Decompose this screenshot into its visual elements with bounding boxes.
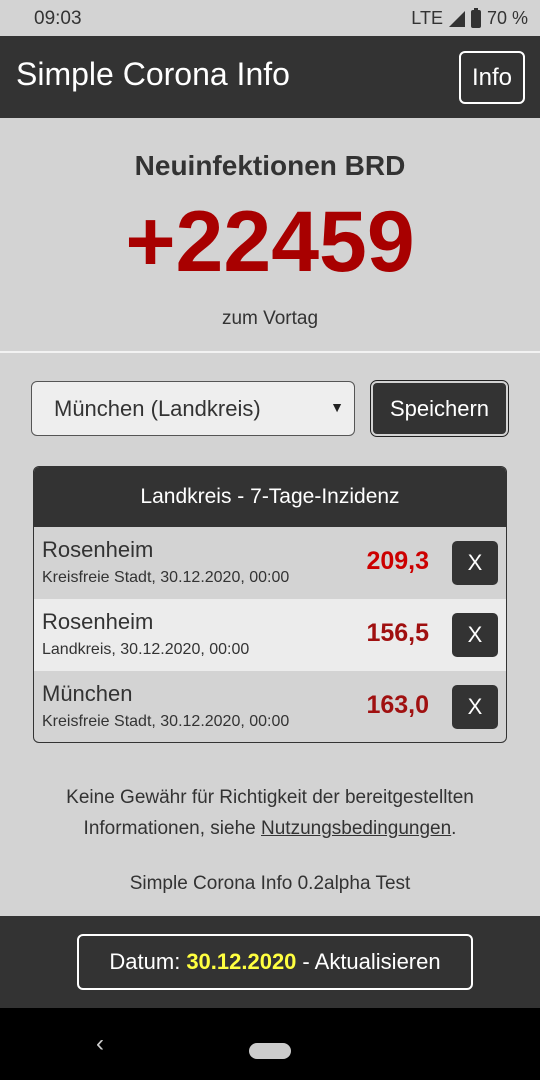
table-row: Rosenheim Kreisfreie Stadt, 30.12.2020, … [34, 527, 506, 599]
national-cases-value: +22459 [125, 194, 415, 290]
status-bar: 09:03 LTE 70 % [0, 0, 540, 36]
row-detail: Kreisfreie Stadt, 30.12.2020, 00:00 [42, 713, 290, 730]
disclaimer-line-2: Informationen, siehe Nutzungsbedingungen… [0, 813, 540, 844]
row-name: München [42, 681, 133, 706]
table-row: München Kreisfreie Stadt, 30.12.2020, 00… [34, 671, 506, 742]
national-cases-panel: Neuinfektionen BRD +22459 zum Vortag [0, 118, 540, 352]
network-type: LTE [411, 8, 443, 28]
back-icon[interactable]: ‹ [96, 1030, 104, 1058]
battery-icon [470, 7, 481, 28]
footer-bar: Datum: 30.12.2020 - Aktualisieren [0, 916, 540, 1008]
delete-row-button[interactable]: X [452, 541, 498, 585]
national-cases-subtitle: zum Vortag [221, 308, 319, 329]
info-button[interactable]: Info [459, 51, 525, 104]
row-detail: Kreisfreie Stadt, 30.12.2020, 00:00 [42, 569, 290, 586]
row-detail: Landkreis, 30.12.2020, 00:00 [42, 641, 250, 658]
table-row: Rosenheim Landkreis, 30.12.2020, 00:00 1… [34, 599, 506, 671]
home-pill-icon[interactable] [249, 1043, 291, 1059]
incidence-table-header: Landkreis - 7-Tage-Inzidenz [34, 467, 506, 527]
row-incidence: 209,3 [366, 547, 429, 575]
refresh-label: - Aktualisieren [302, 949, 441, 974]
terms-link[interactable]: Nutzungsbedingungen [261, 818, 451, 839]
disclaimer-suffix: . [451, 818, 457, 839]
version-text: Simple Corona Info 0.2alpha Test [129, 873, 411, 894]
battery-level: 70 % [486, 8, 528, 28]
row-name: Rosenheim [42, 537, 154, 562]
incidence-table: Landkreis - 7-Tage-Inzidenz Rosenheim Kr… [33, 466, 507, 743]
refresh-date-button[interactable]: Datum: 30.12.2020 - Aktualisieren [77, 934, 473, 990]
row-incidence: 163,0 [366, 691, 429, 719]
delete-row-button[interactable]: X [452, 685, 498, 729]
delete-row-button[interactable]: X [452, 613, 498, 657]
save-button[interactable]: Speichern [370, 380, 509, 437]
app-title: Simple Corona Info [16, 56, 290, 92]
row-incidence: 156,5 [366, 619, 429, 647]
district-select-value: München (Landkreis) [54, 396, 261, 421]
status-time: 09:03 [34, 8, 82, 29]
row-name: Rosenheim [42, 609, 154, 634]
caret-down-icon: ▼ [330, 399, 344, 415]
divider [0, 351, 540, 353]
disclaimer-line-1: Keine Gewähr für Richtigkeit der bereitg… [66, 787, 474, 808]
district-select[interactable]: München (Landkreis) ▼ [31, 381, 355, 436]
date-value: 30.12.2020 [186, 949, 297, 974]
national-cases-title: Neuinfektionen BRD [134, 150, 406, 181]
disclaimer: Keine Gewähr für Richtigkeit der bereitg… [0, 782, 540, 844]
date-prefix: Datum: [109, 949, 181, 974]
disclaimer-prefix: Informationen, siehe [83, 818, 256, 839]
signal-icon [448, 10, 465, 27]
app-bar: Simple Corona Info Info [0, 36, 540, 118]
system-nav-bar: ‹ [0, 1008, 540, 1080]
status-right: LTE 70 % [411, 7, 528, 29]
